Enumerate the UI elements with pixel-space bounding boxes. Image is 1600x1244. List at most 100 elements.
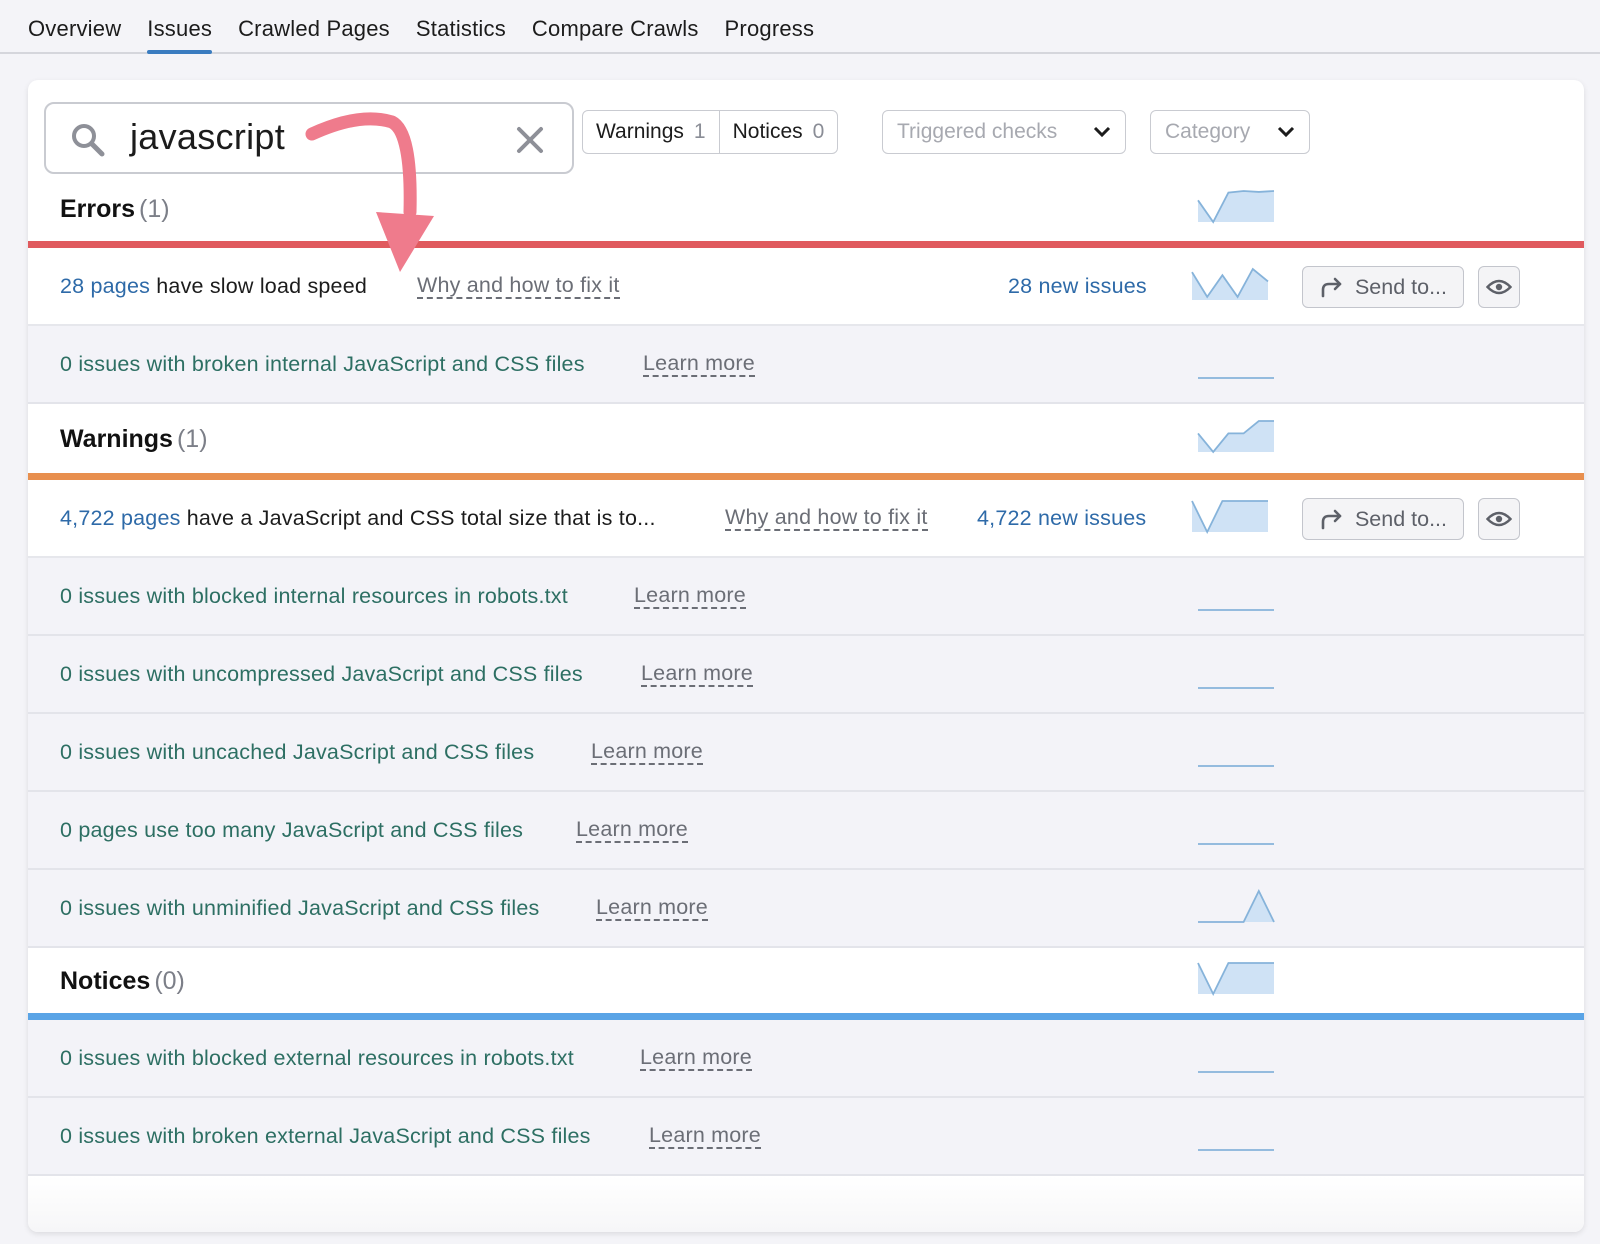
zero-issue-text: 0 pages use too many JavaScript and CSS … bbox=[60, 817, 524, 842]
why-how-fix-link[interactable]: Why and how to fix it bbox=[417, 273, 620, 299]
category-placeholder: Category bbox=[1165, 120, 1251, 143]
issue-row: 28 pages have slow load speed Why and ho… bbox=[28, 248, 1584, 326]
zero-issue-text: 0 issues with blocked external resources… bbox=[60, 1045, 574, 1070]
zero-trend-sparkline bbox=[1198, 687, 1274, 689]
zero-issue-row: 0 issues with uncached JavaScript and CS… bbox=[28, 714, 1584, 792]
notices-title: Notices (0) bbox=[60, 967, 185, 996]
tab-compare-crawls[interactable]: Compare Crawls bbox=[532, 16, 699, 52]
notices-section-header: Notices (0) bbox=[28, 948, 1584, 1014]
search-icon bbox=[72, 124, 105, 157]
sparkline-area bbox=[1198, 891, 1274, 922]
issue-text: have slow load speed bbox=[150, 273, 368, 298]
errors-trend-sparkline bbox=[1197, 190, 1275, 224]
zero-issue-text: 0 issues with uncached JavaScript and CS… bbox=[60, 739, 535, 764]
notices-filter-label: Notices bbox=[732, 120, 803, 143]
zero-issue-text: 0 issues with blocked internal resources… bbox=[60, 583, 568, 608]
zero-issue-text: 0 issues with broken internal JavaScript… bbox=[60, 351, 585, 376]
category-dropdown[interactable]: Category bbox=[1150, 110, 1310, 154]
issue-pages-link[interactable]: 4,722 pages bbox=[60, 506, 181, 530]
notices-count: (0) bbox=[154, 966, 185, 995]
notices-filter-count: 0 bbox=[812, 120, 825, 143]
learn-more-link[interactable]: Learn more bbox=[641, 661, 753, 687]
new-issues-link[interactable]: 4,722 new issues bbox=[977, 506, 1146, 531]
severity-filter: Warnings 1 Notices 0 bbox=[582, 110, 839, 154]
warnings-count: (1) bbox=[176, 424, 208, 453]
triggered-checks-dropdown[interactable]: Triggered checks bbox=[882, 110, 1126, 154]
learn-more-link[interactable]: Learn more bbox=[643, 351, 755, 377]
zero-trend-sparkline bbox=[1198, 765, 1274, 767]
errors-count: (1) bbox=[139, 194, 170, 223]
zero-issue-row: 0 issues with broken external JavaScript… bbox=[28, 1098, 1584, 1176]
zero-trend-sparkline bbox=[1198, 888, 1275, 923]
tab-bar: Overview Issues Crawled Pages Statistics… bbox=[0, 0, 1600, 54]
zero-trend-sparkline bbox=[1198, 1149, 1274, 1151]
new-issues-link[interactable]: 28 new issues bbox=[1008, 274, 1147, 299]
zero-trend-sparkline bbox=[1198, 377, 1274, 379]
warnings-trend-sparkline bbox=[1197, 420, 1274, 454]
errors-title-label: Errors bbox=[60, 194, 136, 223]
chevron-down-icon bbox=[1093, 126, 1111, 138]
notices-title-label: Notices bbox=[60, 966, 151, 995]
eye-icon bbox=[1486, 279, 1512, 295]
zero-issue-row: 0 issues with blocked external resources… bbox=[28, 1020, 1584, 1098]
learn-more-link[interactable]: Learn more bbox=[649, 1123, 761, 1149]
eye-icon bbox=[1486, 511, 1512, 527]
warnings-filter-button[interactable]: Warnings 1 bbox=[583, 111, 719, 153]
learn-more-link[interactable]: Learn more bbox=[576, 817, 688, 843]
issues-panel: javascript Warnings 1 Notices 0 Triggere… bbox=[28, 80, 1584, 1232]
search-query[interactable]: javascript bbox=[130, 116, 285, 158]
zero-issue-row: 0 issues with uncompressed JavaScript an… bbox=[28, 636, 1584, 714]
issue-description: 28 pages have slow load speed bbox=[60, 274, 367, 299]
errors-title: Errors (1) bbox=[60, 195, 170, 224]
zero-issue-text: 0 issues with broken external JavaScript… bbox=[60, 1123, 591, 1148]
close-icon[interactable] bbox=[514, 124, 546, 156]
learn-more-link[interactable]: Learn more bbox=[634, 583, 746, 609]
zero-issue-text: 0 issues with unminified JavaScript and … bbox=[60, 895, 540, 920]
notices-severity-bar bbox=[28, 1013, 1584, 1020]
issue-trend-sparkline bbox=[1191, 267, 1269, 300]
view-issue-button[interactable] bbox=[1478, 498, 1520, 540]
warnings-filter-label: Warnings bbox=[596, 120, 684, 143]
notices-trend-sparkline bbox=[1197, 962, 1274, 997]
issue-trend-sparkline bbox=[1191, 500, 1268, 535]
issue-row: 4,722 pages have a JavaScript and CSS to… bbox=[28, 480, 1584, 558]
learn-more-link[interactable]: Learn more bbox=[640, 1045, 752, 1071]
panel-footer bbox=[28, 1176, 1584, 1232]
view-issue-button[interactable] bbox=[1478, 266, 1520, 308]
learn-more-link[interactable]: Learn more bbox=[591, 739, 703, 765]
tab-statistics[interactable]: Statistics bbox=[416, 16, 506, 52]
chevron-down-icon bbox=[1277, 126, 1295, 138]
send-to-button[interactable]: Send to... bbox=[1302, 498, 1464, 540]
zero-trend-sparkline bbox=[1198, 843, 1274, 845]
warnings-filter-count: 1 bbox=[693, 120, 706, 143]
learn-more-link[interactable]: Learn more bbox=[596, 895, 708, 921]
triggered-checks-placeholder: Triggered checks bbox=[897, 120, 1058, 143]
search-input[interactable]: javascript bbox=[44, 102, 574, 174]
zero-issue-row: 0 issues with unminified JavaScript and … bbox=[28, 870, 1584, 948]
tab-progress[interactable]: Progress bbox=[725, 16, 815, 52]
zero-issue-row: 0 issues with blocked internal resources… bbox=[28, 558, 1584, 636]
tab-issues[interactable]: Issues bbox=[147, 16, 212, 54]
tab-overview[interactable]: Overview bbox=[28, 16, 121, 52]
issue-text: have a JavaScript and CSS total size tha… bbox=[180, 505, 656, 530]
errors-severity-bar bbox=[28, 241, 1584, 248]
share-arrow-icon bbox=[1321, 509, 1342, 530]
warnings-title-label: Warnings bbox=[60, 424, 173, 453]
why-how-fix-link[interactable]: Why and how to fix it bbox=[725, 505, 928, 531]
sparkline-area bbox=[1192, 501, 1268, 532]
warnings-title: Warnings (1) bbox=[60, 425, 208, 454]
tab-crawled-pages[interactable]: Crawled Pages bbox=[238, 16, 390, 52]
issue-pages-link[interactable]: 28 pages bbox=[60, 274, 150, 298]
sparkline-area bbox=[1198, 963, 1274, 994]
zero-issue-row: 0 issues with broken internal JavaScript… bbox=[28, 326, 1584, 404]
warnings-section-header: Warnings (1) bbox=[28, 404, 1584, 474]
zero-trend-sparkline bbox=[1198, 609, 1274, 611]
notices-filter-button[interactable]: Notices 0 bbox=[718, 111, 838, 153]
send-to-label: Send to... bbox=[1354, 506, 1448, 531]
zero-issue-text: 0 issues with uncompressed JavaScript an… bbox=[60, 661, 583, 686]
send-to-button[interactable]: Send to... bbox=[1302, 266, 1464, 308]
errors-section-header: Errors (1) bbox=[28, 176, 1584, 242]
share-arrow-icon bbox=[1321, 277, 1342, 298]
send-to-label: Send to... bbox=[1354, 274, 1448, 299]
issue-description: 4,722 pages have a JavaScript and CSS to… bbox=[60, 506, 656, 531]
